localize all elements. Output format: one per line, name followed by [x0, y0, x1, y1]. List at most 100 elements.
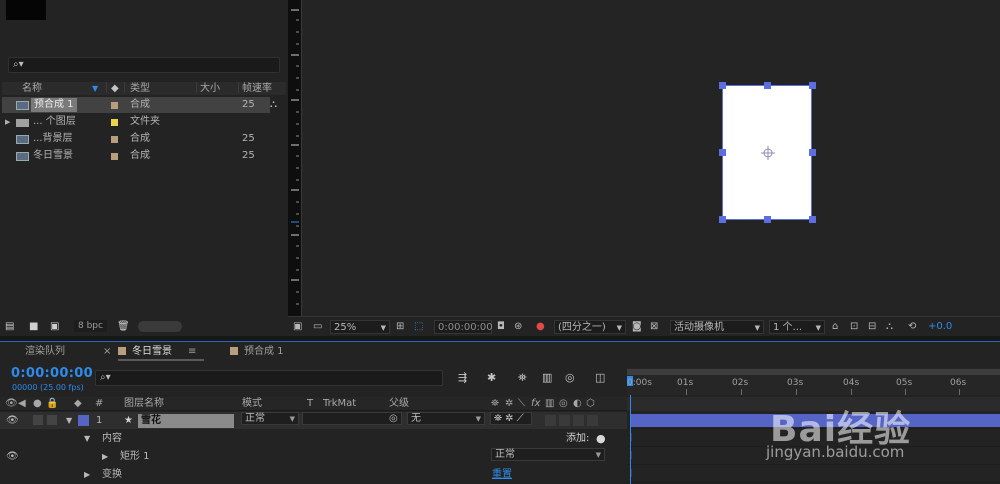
work-area-bar[interactable]	[627, 369, 1000, 375]
switch-box[interactable]	[573, 415, 584, 426]
fast-previews-icon[interactable]: ⊡	[850, 320, 858, 334]
transform-handle[interactable]	[719, 216, 726, 223]
project-search-input[interactable]: ⌕▾	[8, 57, 280, 73]
expand-triangle-icon[interactable]: ▶	[102, 448, 108, 465]
col-trkmat[interactable]: TrkMat	[323, 397, 356, 411]
layer-switches[interactable]: ⛯ ✲ ⟋	[490, 412, 532, 425]
eye-icon[interactable]: 👁	[6, 412, 19, 429]
sort-arrow-icon[interactable]: ▼	[92, 82, 98, 95]
current-time-field[interactable]: 0:00:00:00	[434, 320, 493, 334]
pickwhip-icon[interactable]: ◎	[389, 413, 398, 425]
col-mode[interactable]: 模式	[242, 397, 262, 411]
blend-mode-dropdown[interactable]: 正常 ▼	[241, 412, 299, 425]
toggle-pixel-aspect-icon[interactable]: ⌂	[832, 320, 838, 334]
video-toggle-icon[interactable]: 👁	[5, 397, 18, 411]
anchor-point-icon[interactable]	[761, 146, 775, 160]
project-item[interactable]: 预合成 1 合成 25	[2, 97, 270, 113]
resolution-dropdown[interactable]: (四分之一) ▼	[554, 320, 626, 334]
composition-viewer[interactable]	[303, 0, 1000, 316]
project-item[interactable]: ...背景层 合成 25	[2, 131, 270, 147]
playhead-line[interactable]	[630, 395, 631, 484]
layer-name[interactable]: 雪花	[138, 414, 234, 428]
reset-exposure-icon[interactable]: ⟲	[908, 320, 916, 334]
views-dropdown[interactable]: 1 个... ▼	[769, 320, 825, 334]
add-menu-icon[interactable]: ●	[596, 430, 606, 447]
frame-blending-icon[interactable]: ▥	[542, 371, 552, 384]
add-label[interactable]: 添加:	[566, 430, 589, 447]
close-icon[interactable]: ×	[103, 344, 111, 360]
shy-layers-icon[interactable]: ⛯	[518, 371, 527, 385]
track-matte-dropdown[interactable]: ◎	[302, 412, 402, 425]
transform-handle[interactable]	[764, 216, 771, 223]
camera-dropdown[interactable]: 活动摄像机 ▼	[670, 320, 764, 334]
magnification-dropdown[interactable]: 25% ▼	[330, 320, 390, 334]
transform-handle[interactable]	[809, 149, 816, 156]
col-parent[interactable]: 父级	[389, 397, 409, 411]
transform-handle[interactable]	[764, 82, 771, 89]
label-color-swatch[interactable]	[111, 136, 118, 143]
lock-checkbox[interactable]	[47, 415, 57, 425]
tab-render-queue[interactable]: 渲染队列	[25, 344, 65, 360]
switch-box[interactable]	[587, 415, 598, 426]
col-name[interactable]: 名称	[22, 82, 42, 95]
flowchart-icon[interactable]: ⛬	[270, 99, 277, 110]
property-row-rectangle[interactable]: 👁 ▶ 矩形 1 正常 ▼	[0, 448, 627, 465]
project-item[interactable]: 冬日雪景 合成 25	[2, 148, 270, 164]
solo-toggle-icon[interactable]: ●	[33, 397, 42, 411]
transform-handle[interactable]	[809, 216, 816, 223]
transform-handle[interactable]	[719, 82, 726, 89]
motion-blur-icon[interactable]: ◎	[565, 371, 575, 384]
mask-visibility-icon[interactable]: ⬚	[414, 320, 423, 334]
interpret-footage-icon[interactable]: ▤	[5, 321, 14, 332]
tab-precomp-1[interactable]: 预合成 1	[230, 344, 284, 360]
collapse-triangle-icon[interactable]: ▼	[84, 430, 90, 447]
trash-icon[interactable]: 🗑	[117, 321, 130, 332]
snapshot-icon[interactable]: ◘	[497, 320, 505, 334]
col-type[interactable]: 类型	[130, 82, 150, 95]
region-of-interest-icon[interactable]: ◙	[632, 320, 642, 334]
switch-box[interactable]	[545, 415, 556, 426]
rectangle-blend-dropdown[interactable]: 正常 ▼	[491, 448, 605, 461]
show-snapshot-icon[interactable]: ⊛	[514, 320, 522, 334]
safe-margins-icon[interactable]: ⊞	[396, 320, 404, 334]
reset-link[interactable]: 重置	[492, 466, 512, 483]
label-color-swatch[interactable]	[111, 102, 118, 109]
timeline-icon[interactable]: ⊟	[868, 320, 876, 334]
col-layer-name[interactable]: 图层名称	[124, 397, 164, 411]
draft-3d-icon[interactable]: ✱	[487, 371, 496, 384]
timeline-search-input[interactable]: ⌕▾	[95, 370, 443, 386]
layer-label-color[interactable]	[78, 415, 89, 426]
parent-dropdown[interactable]: 无 ▼	[407, 412, 485, 425]
layer-row[interactable]: 👁 ▼ 1 ★ 雪花 正常 ▼ ◎ 无 ▼ ⛯ ✲ ⟋	[0, 412, 627, 429]
solo-checkbox[interactable]	[33, 415, 43, 425]
graph-editor-icon[interactable]: ◫	[595, 371, 605, 384]
new-composition-icon[interactable]: ▣	[50, 321, 59, 332]
audio-toggle-icon[interactable]: ◀	[18, 397, 26, 411]
always-preview-icon[interactable]: ▣	[293, 320, 302, 334]
col-size[interactable]: 大小	[200, 82, 220, 95]
channel-icon[interactable]: ●	[536, 320, 545, 334]
switch-box[interactable]	[559, 415, 570, 426]
property-row-transform[interactable]: ▶ 变换 重置	[0, 466, 627, 483]
label-color-swatch[interactable]	[111, 119, 118, 126]
label-color-swatch[interactable]	[111, 153, 118, 160]
property-row-contents[interactable]: ▼ 内容 添加: ●	[0, 430, 627, 447]
exposure-value[interactable]: +0.0	[928, 320, 952, 334]
timeline-timecode[interactable]: 0:00:00:00	[11, 366, 93, 381]
time-ruler[interactable]: 0:00s 01s 02s 03s 04s 05s 06s	[627, 368, 1000, 395]
lock-icon[interactable]: 🔒	[46, 397, 58, 411]
label-tag-icon[interactable]: ◆	[74, 397, 82, 411]
comp-flowchart-icon[interactable]: ⛬	[886, 320, 893, 334]
label-tag-icon[interactable]: ◆	[111, 82, 119, 95]
col-fps[interactable]: 帧速率	[242, 82, 272, 95]
collapse-triangle-icon[interactable]: ▼	[66, 412, 72, 429]
transform-handle[interactable]	[719, 149, 726, 156]
bpc-button[interactable]: 8 bpc	[74, 320, 107, 332]
monitor-icon[interactable]: ▭	[313, 320, 322, 334]
expand-triangle-icon[interactable]: ▶	[84, 466, 90, 483]
project-scrollbar[interactable]	[138, 321, 182, 332]
transparency-grid-icon[interactable]: ⊠	[650, 320, 658, 334]
tab-menu-icon[interactable]: ≡	[188, 344, 196, 360]
eye-icon[interactable]: 👁	[6, 448, 19, 465]
comp-mini-flowchart-icon[interactable]: ⇶	[458, 371, 467, 384]
